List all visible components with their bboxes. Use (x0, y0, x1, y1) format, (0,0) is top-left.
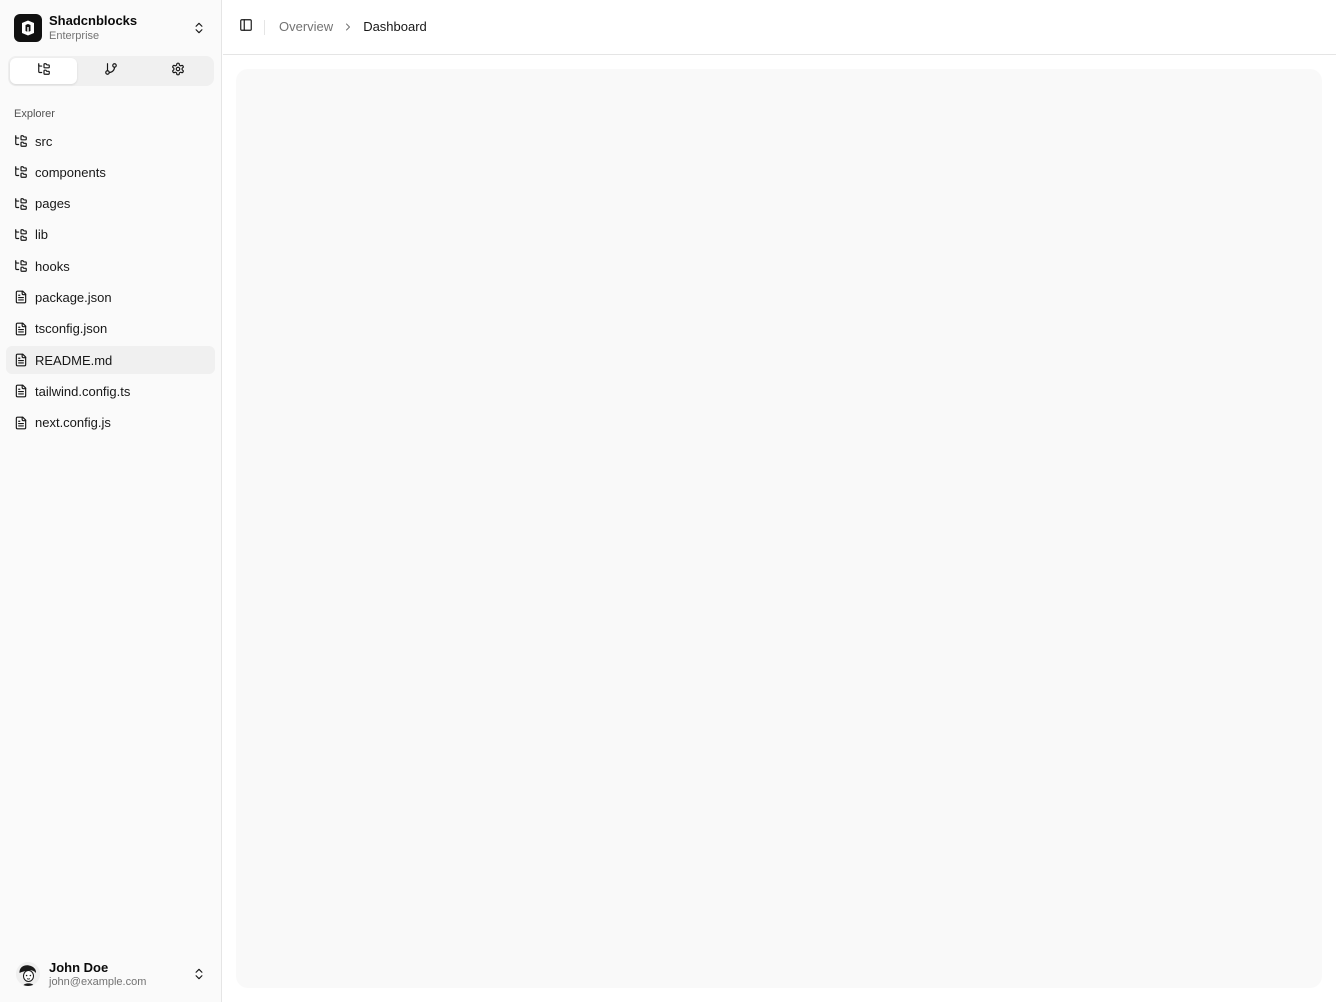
file-text-icon (14, 290, 28, 304)
folder-tree-icon (14, 197, 28, 211)
explorer-item-label: package.json (35, 289, 112, 305)
explorer-item-label: next.config.js (35, 415, 111, 431)
team-switcher[interactable]: Shadcnblocks Enterprise (8, 8, 214, 48)
breadcrumb: Overview Dashboard (279, 19, 427, 35)
sidebar-tabs (8, 56, 214, 86)
explorer-item[interactable]: lib (6, 221, 215, 249)
folder-tree-icon (14, 259, 28, 273)
explorer-item[interactable]: components (6, 158, 215, 186)
git-branch-icon (104, 62, 118, 81)
sidebar: Shadcnblocks Enterprise Explorer src com… (0, 0, 222, 1002)
folder-tree-icon (14, 165, 28, 179)
explorer-item[interactable]: next.config.js (6, 409, 215, 437)
user-menu[interactable]: John Doe john@example.com (8, 954, 214, 994)
explorer-item-label: hooks (35, 258, 70, 274)
team-plan: Enterprise (49, 30, 100, 42)
explorer-group-label: Explorer (14, 108, 55, 120)
file-text-icon (14, 416, 28, 430)
explorer-item[interactable]: tailwind.config.ts (6, 377, 215, 405)
panel-left-icon (239, 18, 253, 37)
user-name: John Doe (49, 960, 109, 975)
chevrons-up-down-icon (191, 966, 207, 982)
explorer-item[interactable]: package.json (6, 283, 215, 311)
folder-tree-icon (14, 134, 28, 148)
team-name: Shadcnblocks (49, 13, 138, 28)
tab-source-control[interactable] (77, 58, 144, 84)
tab-settings[interactable] (145, 58, 212, 84)
explorer-item-label: components (35, 164, 106, 180)
user-info: John Doe john@example.com (49, 960, 146, 989)
explorer-item-label: tsconfig.json (35, 321, 108, 337)
explorer-item[interactable]: src (6, 127, 215, 155)
header-divider (264, 20, 265, 35)
explorer-item[interactable]: README.md (6, 346, 215, 375)
explorer-item-label: lib (35, 227, 49, 243)
explorer-file-list: src components pages lib hooks package.json ts… (6, 127, 215, 440)
sidebar-toggle-button[interactable] (235, 16, 257, 38)
explorer-item[interactable]: hooks (6, 252, 215, 280)
explorer-item-label: README.md (35, 352, 113, 368)
team-info: Shadcnblocks Enterprise (49, 13, 137, 43)
breadcrumb-current-page: Dashboard (363, 19, 427, 34)
explorer-item[interactable]: pages (6, 190, 215, 218)
explorer-item-label: pages (35, 196, 71, 212)
main-content-area (236, 69, 1322, 988)
top-header: Overview Dashboard (223, 0, 1336, 55)
team-logo-icon (14, 14, 42, 42)
tab-explorer[interactable] (10, 58, 78, 84)
explorer-item[interactable]: tsconfig.json (6, 315, 215, 343)
file-text-icon (14, 322, 28, 336)
chevron-right-icon (341, 20, 355, 34)
file-text-icon (14, 384, 28, 398)
explorer-item-label: tailwind.config.ts (35, 383, 131, 399)
user-email: john@example.com (49, 976, 147, 988)
settings-icon (171, 62, 185, 81)
file-text-icon (14, 353, 28, 367)
folder-tree-icon (14, 228, 28, 242)
explorer-item-label: src (35, 133, 53, 149)
breadcrumb-overview-link[interactable]: Overview (279, 19, 333, 35)
user-avatar (16, 962, 40, 986)
chevrons-up-down-icon (191, 20, 207, 36)
folder-tree-icon (37, 62, 51, 81)
